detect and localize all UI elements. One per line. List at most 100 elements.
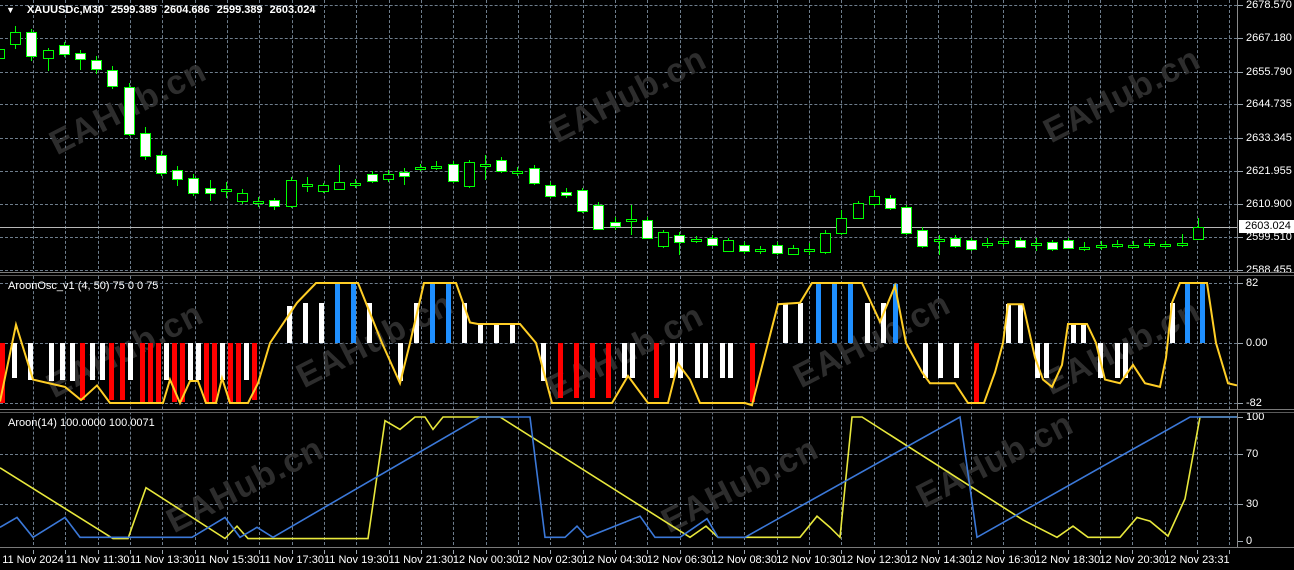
candle: [950, 238, 961, 247]
low-value: 2599.389: [216, 4, 263, 16]
price-axis-tick: [1238, 171, 1243, 173]
pane-separator-1[interactable]: [0, 272, 1294, 276]
candle: [561, 191, 572, 196]
candle-wick: [485, 154, 486, 180]
candle: [107, 70, 118, 87]
candle: [1112, 243, 1123, 247]
candle: [577, 190, 588, 212]
candle: [998, 241, 1009, 245]
mt4-chart-window: EAHub.cn EAHub.cn EAHub.cn EAHub.cn EAHub.cn…: [0, 0, 1294, 570]
price-axis-label: 2678.570: [1246, 0, 1292, 11]
candle: [658, 231, 669, 247]
candle: [205, 188, 216, 194]
price-axis-label: 2610.900: [1246, 197, 1292, 210]
oscillator-axis-label: 0.00: [1246, 337, 1268, 349]
high-value: 2604.686: [163, 4, 210, 16]
aroon-osc-pane-label: AroonOsc_v1 (4, 50) 75 0 0 75: [8, 280, 159, 292]
candle: [415, 167, 426, 171]
candle: [1031, 243, 1042, 247]
aroon-down-line: [0, 415, 1237, 539]
candle: [253, 201, 264, 205]
price-axis-tick: [1238, 137, 1243, 139]
candle: [10, 31, 21, 46]
candle: [26, 32, 37, 58]
symbol-timeframe-label: XAUUSDc,M30: [26, 4, 104, 16]
horizontal-gridline: [0, 203, 1237, 205]
price-axis-label: 2633.345: [1246, 131, 1292, 144]
price-axis-label: 2599.510: [1246, 231, 1292, 244]
candle: [188, 178, 199, 194]
candle: [172, 170, 183, 181]
candle: [124, 86, 135, 136]
candle: [593, 204, 604, 231]
candle: [853, 203, 864, 219]
candle: [237, 193, 248, 202]
candle: [674, 234, 685, 244]
candle: [448, 164, 459, 182]
aroon-axis-tick: [1238, 503, 1243, 505]
candle: [966, 240, 977, 251]
candle: [1015, 240, 1026, 249]
candle: [529, 168, 540, 184]
candle: [91, 59, 102, 71]
aroon-axis-label: 70: [1246, 448, 1259, 461]
candle: [1144, 243, 1155, 247]
candle: [836, 218, 847, 234]
candle: [917, 230, 928, 247]
price-axis-tick: [1238, 5, 1243, 6]
price-axis-tick: [1238, 270, 1243, 271]
candle: [934, 239, 945, 243]
aroon-pane-label: Aroon(14) 100.0000 100.0071: [8, 417, 155, 429]
candle: [512, 171, 523, 175]
candle: [156, 155, 167, 174]
candle: [545, 184, 556, 197]
price-axis-tick: [1238, 237, 1243, 239]
candle: [901, 206, 912, 234]
candle: [1160, 244, 1171, 248]
oscillator-axis-tick: [1238, 343, 1243, 344]
candle: [788, 247, 799, 255]
candle: [755, 249, 766, 253]
candle: [707, 238, 718, 246]
horizontal-gridline: [0, 270, 1237, 271]
candle: [642, 220, 653, 240]
aroon-axis-tick: [1238, 454, 1243, 456]
pane-separator-2[interactable]: [0, 409, 1294, 413]
time-axis[interactable]: 11 Nov 2024 11 Nov 11:30 11 Nov 13:30 11 No…: [0, 550, 1294, 570]
price-axis-label: 2621.955: [1246, 165, 1292, 178]
candle: [0, 49, 5, 59]
aroon-osc-signal-line: [0, 282, 1237, 407]
candle: [75, 53, 86, 61]
candle: [480, 163, 491, 167]
candle: [318, 184, 329, 192]
horizontal-gridline: [0, 171, 1237, 173]
candle: [869, 196, 880, 206]
candle: [399, 171, 410, 177]
price-axis-tick: [1238, 203, 1243, 205]
price-axis-label: 2644.735: [1246, 98, 1292, 111]
symbol-dropdown-icon[interactable]: ▼: [6, 5, 15, 15]
candle: [464, 161, 475, 187]
price-axis-tick: [1238, 38, 1243, 40]
candle: [1047, 242, 1058, 251]
open-value: 2599.389: [110, 4, 157, 16]
aroon-axis-label: 0: [1246, 535, 1253, 547]
candle: [286, 179, 297, 207]
oscillator-axis-label: 82: [1246, 277, 1259, 289]
aroon-axis-label: 30: [1246, 497, 1259, 510]
watermark-text: EAHub.cn: [1037, 39, 1207, 151]
candle: [1128, 244, 1139, 248]
current-price-line: [0, 227, 1237, 229]
candle: [1079, 246, 1090, 250]
oscillator-axis-label: -82: [1246, 396, 1262, 409]
aroon-axis-tick: [1238, 417, 1243, 418]
candle: [140, 133, 151, 158]
candle: [43, 50, 54, 60]
candle: [1063, 240, 1074, 249]
candle: [885, 198, 896, 209]
price-axis-tick: [1238, 104, 1243, 106]
candle: [383, 174, 394, 180]
candle: [334, 181, 345, 191]
candle: [820, 233, 831, 254]
candle: [1193, 227, 1204, 240]
